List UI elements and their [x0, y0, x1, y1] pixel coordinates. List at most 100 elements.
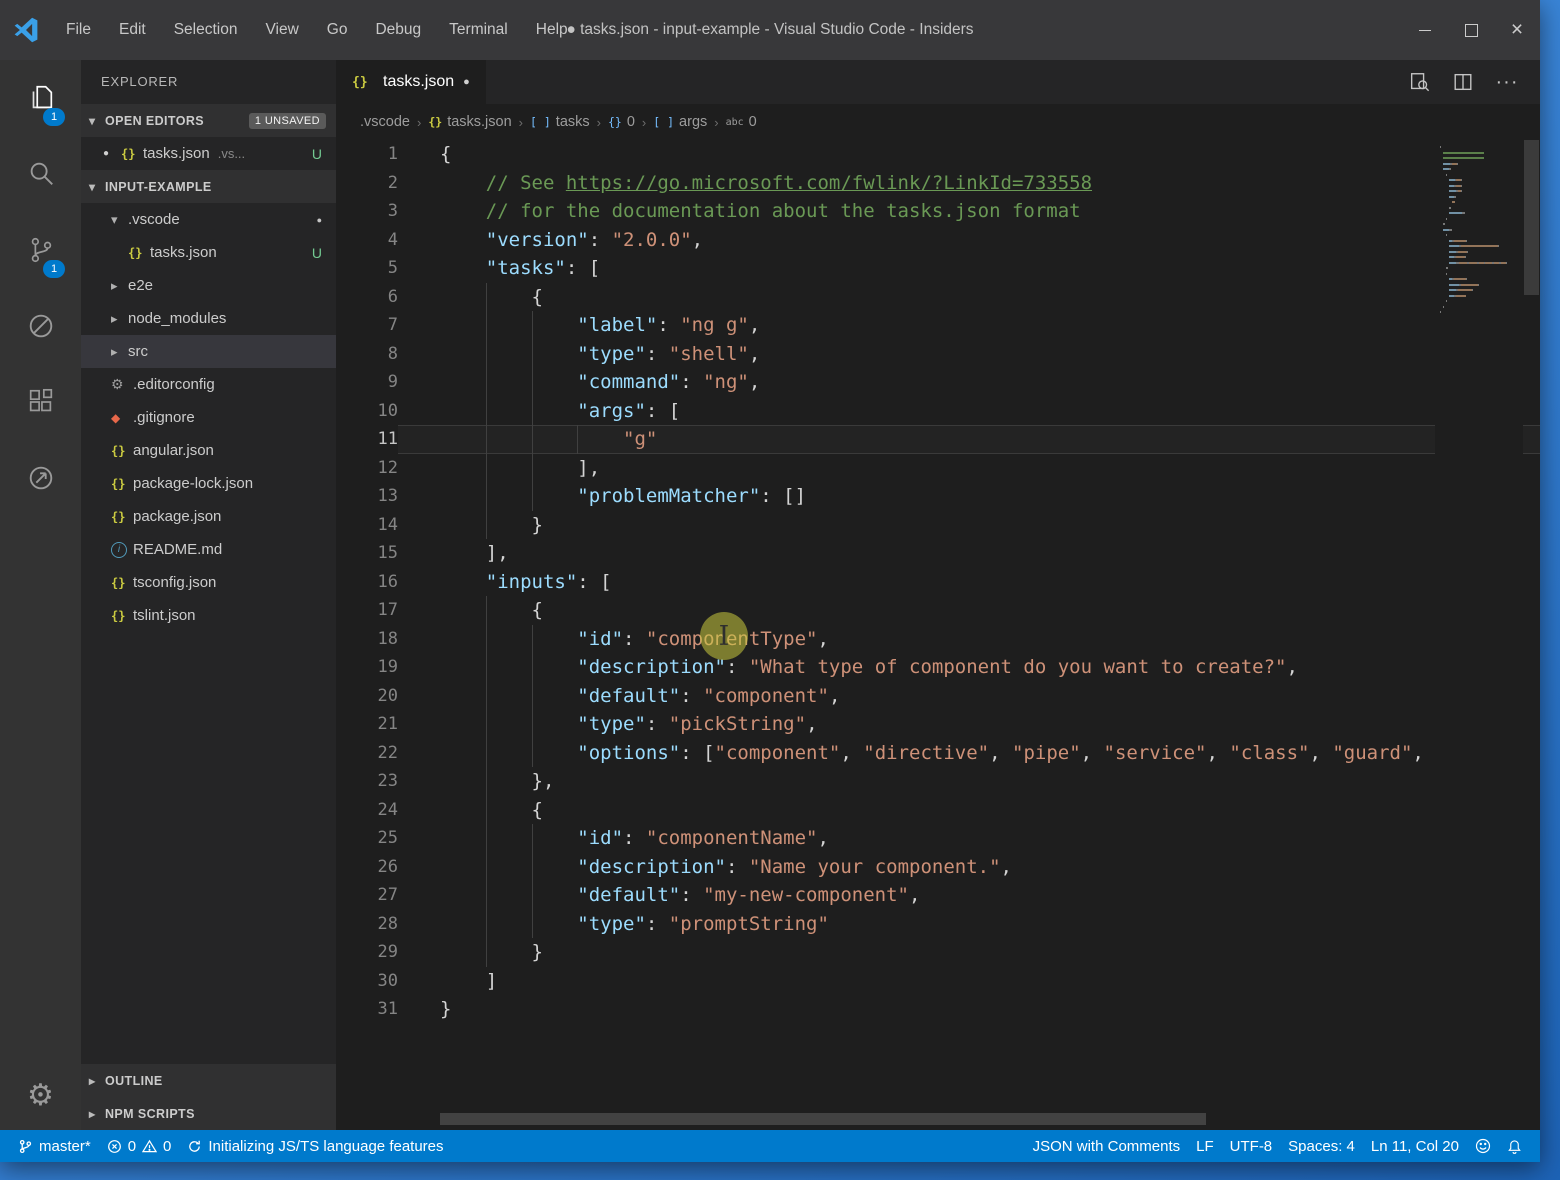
menu-edit[interactable]: Edit — [105, 21, 160, 39]
encoding[interactable]: UTF-8 — [1222, 1130, 1281, 1162]
breadcrumb-item-vscode[interactable]: .vscode — [360, 114, 410, 130]
open-changes-icon[interactable] — [1402, 71, 1436, 93]
chevron-down-icon: ▾ — [111, 212, 128, 228]
indentation[interactable]: Spaces: 4 — [1280, 1130, 1363, 1162]
tab-tasks-json[interactable]: {} tasks.json ● — [336, 60, 486, 104]
tree-item-src[interactable]: ▸src — [81, 335, 336, 368]
minimize-button[interactable] — [1402, 0, 1448, 60]
code-line-13[interactable]: 13"problemMatcher": [] — [336, 482, 1540, 511]
horizontal-scrollbar-thumb[interactable] — [440, 1113, 1206, 1125]
tree-item-package-lock.json[interactable]: {}package-lock.json — [81, 467, 336, 500]
tree-item-node_modules[interactable]: ▸node_modules — [81, 302, 336, 335]
eol[interactable]: LF — [1188, 1130, 1222, 1162]
breadcrumb-item-args[interactable]: [ ]args — [653, 114, 707, 130]
source-control-icon[interactable]: 1 — [0, 212, 81, 288]
tree-item-angular.json[interactable]: {}angular.json — [81, 434, 336, 467]
code-line-16[interactable]: 16"inputs": [ — [336, 568, 1540, 597]
menu-selection[interactable]: Selection — [160, 21, 252, 39]
dirty-indicator-icon[interactable]: ● — [463, 76, 470, 88]
breadcrumb-item-0[interactable]: {}0 — [608, 114, 635, 130]
item-name: package.json — [133, 508, 221, 525]
menu-terminal[interactable]: Terminal — [435, 21, 522, 39]
tree-item-README.md[interactable]: iREADME.md — [81, 533, 336, 566]
search-icon[interactable] — [0, 136, 81, 212]
menu-debug[interactable]: Debug — [361, 21, 435, 39]
code-line-2[interactable]: 2// See https://go.microsoft.com/fwlink/… — [336, 169, 1540, 198]
code-line-25[interactable]: 25"id": "componentName", — [336, 824, 1540, 853]
minimap[interactable] — [1435, 140, 1523, 1130]
cursor-position[interactable]: Ln 11, Col 20 — [1363, 1130, 1467, 1162]
tree-item-editorconfig[interactable]: ⚙.editorconfig — [81, 368, 336, 401]
code-line-23[interactable]: 23}, — [336, 767, 1540, 796]
code-line-20[interactable]: 20"default": "component", — [336, 682, 1540, 711]
plugin-circle-icon[interactable] — [0, 440, 81, 516]
code-line-17[interactable]: 17{ — [336, 596, 1540, 625]
tree-item-tsconfig.json[interactable]: {}tsconfig.json — [81, 566, 336, 599]
settings-gear-icon[interactable]: ⚙ — [0, 1060, 81, 1130]
tree-item-vscode[interactable]: ▾.vscode● — [81, 203, 336, 236]
vertical-scrollbar-thumb[interactable] — [1524, 140, 1539, 295]
code-line-1[interactable]: 1{ — [336, 140, 1540, 169]
breadcrumb-item-tasks.json[interactable]: {}tasks.json — [428, 114, 511, 130]
code-line-31[interactable]: 31} — [336, 995, 1540, 1024]
code-line-11[interactable]: 11"g" — [336, 425, 1540, 454]
dirty-indicator-icon: ● — [103, 148, 121, 159]
code-line-18[interactable]: 18"id": "componentType", — [336, 625, 1540, 654]
code-line-26[interactable]: 26"description": "Name your component.", — [336, 853, 1540, 882]
extensions-icon[interactable] — [0, 364, 81, 440]
git-status: U — [312, 146, 322, 162]
more-actions-icon[interactable]: ··· — [1490, 71, 1524, 94]
notifications-bell-icon[interactable] — [1499, 1130, 1530, 1162]
feedback-smiley-icon[interactable] — [1467, 1130, 1499, 1162]
maximize-button[interactable] — [1448, 0, 1494, 60]
code-line-19[interactable]: 19"description": "What type of component… — [336, 653, 1540, 682]
menu-file[interactable]: File — [52, 21, 105, 39]
breadcrumb-item-0[interactable]: abc0 — [726, 114, 757, 130]
code-line-22[interactable]: 22"options": ["component", "directive", … — [336, 739, 1540, 768]
code-line-3[interactable]: 3// for the documentation about the task… — [336, 197, 1540, 226]
npm-scripts-header[interactable]: ▸ NPM SCRIPTS — [81, 1097, 336, 1130]
explorer-icon[interactable]: 1 — [0, 60, 81, 136]
code-line-12[interactable]: 12], — [336, 454, 1540, 483]
tree-item-tslint.json[interactable]: {}tslint.json — [81, 599, 336, 632]
close-button[interactable]: × — [1494, 0, 1540, 60]
code-editor[interactable]: 1{2// See https://go.microsoft.com/fwlin… — [336, 140, 1540, 1130]
language-mode[interactable]: JSON with Comments — [1025, 1130, 1189, 1162]
line-number: 31 — [336, 995, 398, 1024]
code-line-10[interactable]: 10"args": [ — [336, 397, 1540, 426]
code-line-14[interactable]: 14} — [336, 511, 1540, 540]
vertical-scrollbar[interactable] — [1523, 140, 1540, 1130]
project-header[interactable]: ▾ INPUT-EXAMPLE — [81, 170, 336, 203]
tree-item-gitignore[interactable]: ◆.gitignore — [81, 401, 336, 434]
code-line-4[interactable]: 4"version": "2.0.0", — [336, 226, 1540, 255]
split-editor-icon[interactable] — [1446, 71, 1480, 93]
problems-status[interactable]: 0 0 — [99, 1130, 180, 1162]
outline-header[interactable]: ▸ OUTLINE — [81, 1064, 336, 1097]
item-name: README.md — [133, 541, 222, 558]
breadcrumb-item-tasks[interactable]: [ ]tasks — [530, 114, 590, 130]
code-line-27[interactable]: 27"default": "my-new-component", — [336, 881, 1540, 910]
code-line-8[interactable]: 8"type": "shell", — [336, 340, 1540, 369]
code-line-7[interactable]: 7"label": "ng g", — [336, 311, 1540, 340]
tree-item-package.json[interactable]: {}package.json — [81, 500, 336, 533]
language-features-status[interactable]: Initializing JS/TS language features — [179, 1130, 451, 1162]
open-editors-header[interactable]: ▾ OPEN EDITORS 1 UNSAVED — [81, 104, 336, 137]
tree-item-e2e[interactable]: ▸e2e — [81, 269, 336, 302]
code-line-15[interactable]: 15], — [336, 539, 1540, 568]
code-line-24[interactable]: 24{ — [336, 796, 1540, 825]
debug-disabled-icon[interactable] — [0, 288, 81, 364]
code-line-6[interactable]: 6{ — [336, 283, 1540, 312]
open-editor-item[interactable]: ●{}tasks.json.vs...U — [81, 137, 336, 170]
code-line-29[interactable]: 29} — [336, 938, 1540, 967]
tree-item-tasks.json[interactable]: {}tasks.jsonU — [81, 236, 336, 269]
code-line-21[interactable]: 21"type": "pickString", — [336, 710, 1540, 739]
code-line-5[interactable]: 5"tasks": [ — [336, 254, 1540, 283]
code-line-28[interactable]: 28"type": "promptString" — [336, 910, 1540, 939]
breadcrumb-separator-icon: › — [642, 115, 646, 130]
menu-go[interactable]: Go — [313, 21, 362, 39]
menu-bar: FileEditSelectionViewGoDebugTerminalHelp — [52, 0, 582, 60]
code-line-9[interactable]: 9"command": "ng", — [336, 368, 1540, 397]
git-branch-status[interactable]: master* — [10, 1130, 99, 1162]
menu-view[interactable]: View — [251, 21, 312, 39]
code-line-30[interactable]: 30] — [336, 967, 1540, 996]
